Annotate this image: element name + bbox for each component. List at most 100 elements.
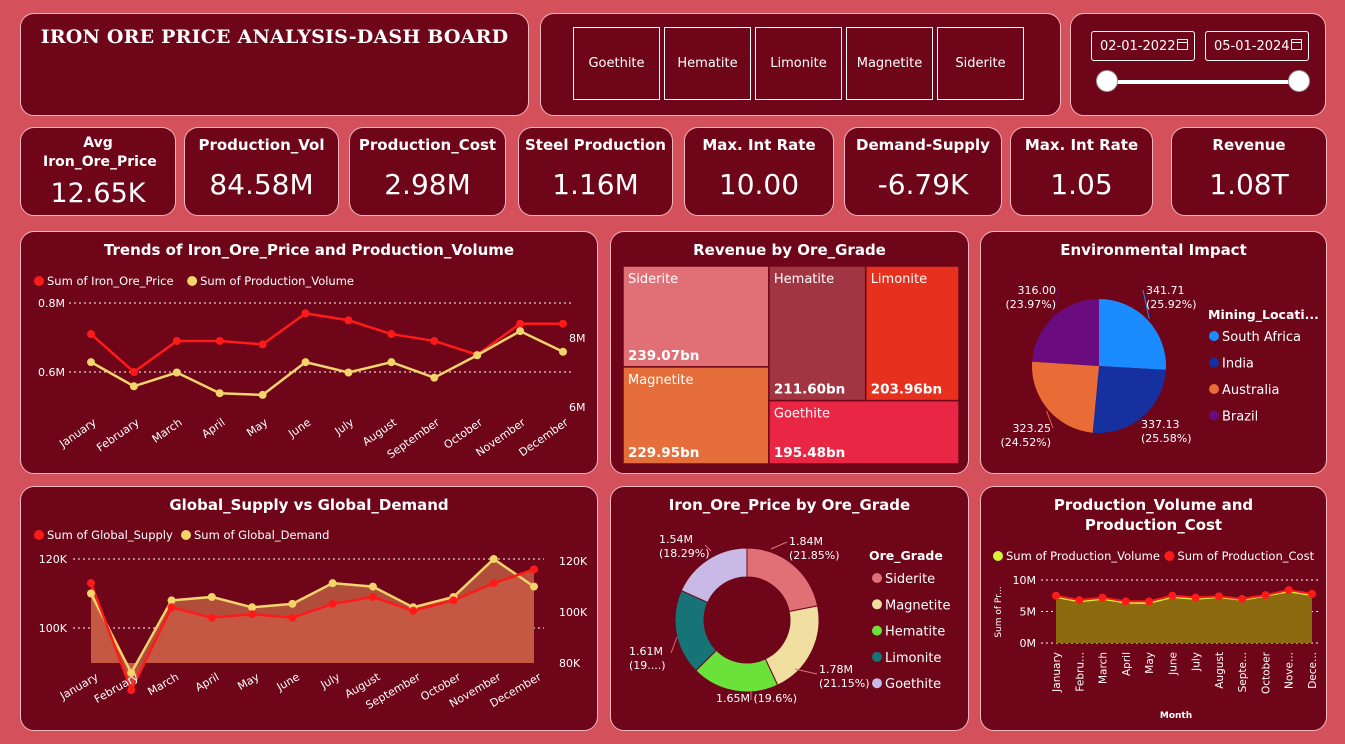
- y-axis-title: Sum of Pr...: [994, 586, 1004, 637]
- data-point: [1098, 593, 1107, 602]
- revenue-treemap-panel: Revenue by Ore_Grade Siderite 239.07bn Mag…: [610, 231, 969, 474]
- y-tick-label: 100K: [39, 622, 68, 635]
- data-point: [430, 336, 439, 345]
- legend-marker: [872, 651, 882, 662]
- kpi-card-max-int-rate-2: Max. Int Rate 1.05: [1010, 127, 1153, 216]
- data-label: 316.00: [1018, 284, 1057, 297]
- data-point: [368, 582, 377, 591]
- x-tick-label: January: [1051, 652, 1063, 693]
- x-tick-label: June: [1167, 652, 1179, 676]
- data-point: [87, 579, 95, 588]
- start-date-input[interactable]: 02-01-2022: [1091, 31, 1195, 61]
- data-point: [288, 613, 297, 622]
- legend-marker: [1209, 357, 1219, 368]
- legend-title: Mining_Locati...: [1208, 307, 1319, 323]
- leader-line: [770, 541, 788, 550]
- end-date-input[interactable]: 05-01-2024: [1205, 31, 1309, 61]
- treemap-label: Magnetite: [628, 373, 693, 388]
- end-date-value: 05-01-2024: [1214, 38, 1290, 54]
- x-tick-label: March: [145, 670, 181, 698]
- x-axis-title: Month: [1160, 711, 1192, 721]
- kpi-value: 1.05: [1050, 168, 1113, 201]
- legend-marker: [34, 276, 44, 286]
- kpi-value: 84.58M: [209, 168, 314, 201]
- data-label: 1.84M: [789, 535, 823, 548]
- legend-label: Australia: [1222, 383, 1280, 398]
- data-point: [1075, 596, 1084, 605]
- x-tick-label: May: [1144, 652, 1156, 674]
- data-point: [1191, 593, 1200, 602]
- slicer-goethite-button[interactable]: Goethite: [573, 27, 660, 100]
- legend-title: Ore_Grade: [869, 548, 943, 564]
- data-point: [129, 368, 138, 376]
- data-point: [344, 368, 353, 377]
- kpi-card-demand-supply: Demand-Supply -6.79K: [844, 127, 1002, 216]
- legend-label: Sum of Global_Demand: [194, 528, 329, 542]
- slicer-magnetite-button[interactable]: Magnetite: [846, 27, 933, 100]
- date-range-end-handle[interactable]: [1288, 70, 1310, 92]
- calendar-icon[interactable]: [1177, 39, 1188, 50]
- data-point: [172, 368, 181, 377]
- data-point: [530, 565, 538, 574]
- y2-tick-label: 8M: [569, 332, 586, 345]
- kpi-value: -6.79K: [877, 168, 969, 201]
- data-point: [301, 358, 310, 367]
- treemap-value: 195.48bn: [774, 445, 845, 461]
- treemap-label: Limonite: [871, 272, 927, 287]
- kpi-card-production-vol: Production_Vol 84.58M: [184, 127, 339, 216]
- data-point: [248, 603, 257, 612]
- slicer-hematite-button[interactable]: Hematite: [664, 27, 751, 100]
- kpi-label: Max. Int Rate: [1024, 136, 1139, 154]
- data-point: [87, 358, 95, 367]
- legend-label: Brazil: [1222, 410, 1258, 425]
- legend-label: Limonite: [885, 651, 941, 666]
- slicer-limonite-button[interactable]: Limonite: [755, 27, 842, 100]
- kpi-label: Revenue: [1212, 136, 1286, 154]
- data-point: [516, 327, 525, 336]
- y-tick-label: 0M: [1020, 637, 1037, 650]
- legend-label: Magnetite: [885, 598, 950, 613]
- revenue-treemap: Siderite 239.07bn Magnetite 229.95bn Hematit…: [622, 265, 960, 465]
- legend-label: Goethite: [885, 677, 941, 692]
- legend-marker: [872, 678, 882, 689]
- data-point: [215, 336, 224, 345]
- x-tick-label: October: [1260, 651, 1272, 694]
- ore-slicer-panel: Goethite Hematite Limonite Magnetite Sid…: [540, 13, 1061, 116]
- kpi-card-avg-price: Avg Iron_Ore_Price 12.65K: [20, 127, 176, 216]
- kpi-label: Production_Vol: [198, 136, 325, 154]
- data-point: [258, 340, 267, 349]
- kpi-value: 10.00: [718, 168, 800, 201]
- price-donut-panel: Iron_Ore_Price by Ore_Grade 1.84M (21.85%…: [610, 486, 969, 731]
- y-tick-label: 10M: [1013, 574, 1037, 587]
- treemap-label: Goethite: [774, 407, 830, 422]
- x-tick-label: Nove...: [1284, 652, 1296, 689]
- supply-demand-panel: Global_Supply vs Global_Demand Sum of Gl…: [20, 486, 598, 731]
- data-point: [1052, 591, 1060, 600]
- legend-marker: [872, 573, 882, 583]
- data-point: [167, 603, 176, 612]
- y-tick-label: 0.6M: [38, 366, 65, 379]
- legend-label: Hematite: [885, 625, 945, 640]
- environmental-pie-panel: Environmental Impact 341.71 (25.92%) 337.1…: [980, 231, 1327, 474]
- trends-line-chart: Sum of Iron_Ore_Price Sum of Production_V…: [34, 274, 586, 461]
- production-area-chart: Sum of Production_Volume Sum of Productio…: [993, 549, 1321, 721]
- legend-marker: [872, 625, 882, 636]
- kpi-label: Production_Cost: [358, 136, 497, 154]
- date-range-start-handle[interactable]: [1096, 70, 1118, 92]
- slicer-siderite-button[interactable]: Siderite: [937, 27, 1024, 100]
- data-point: [1168, 591, 1177, 600]
- data-point: [1121, 597, 1130, 606]
- kpi-label: Demand-Supply: [856, 136, 990, 154]
- calendar-icon[interactable]: [1291, 39, 1302, 50]
- data-point: [387, 358, 396, 367]
- data-point: [1308, 589, 1316, 598]
- x-tick-label: Febru...: [1074, 652, 1086, 692]
- kpi-card-production-cost: Production_Cost 2.98M: [349, 127, 506, 216]
- data-label: 1.54M: [659, 533, 693, 546]
- legend-marker: [181, 530, 191, 540]
- data-label-pct: (21.15%): [819, 677, 870, 690]
- x-tick-label: July: [332, 416, 357, 439]
- leader-line: [794, 668, 818, 675]
- date-range-slider-track[interactable]: [1107, 80, 1301, 84]
- data-point: [1238, 594, 1247, 603]
